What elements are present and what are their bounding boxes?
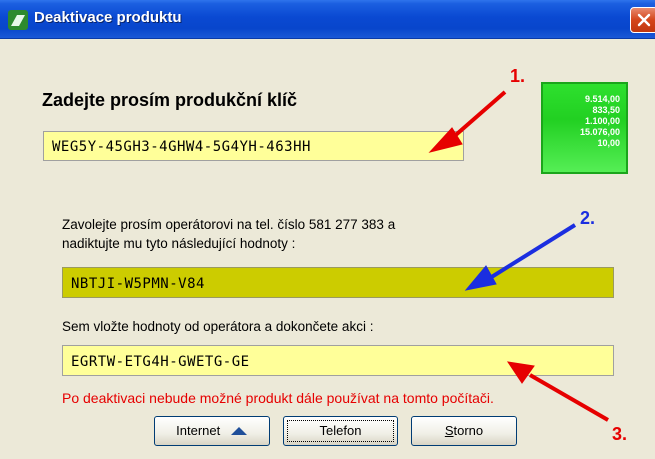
arrow-3	[506, 361, 609, 422]
annotation-number-1: 1.	[510, 66, 526, 86]
annotation-arrows	[428, 90, 609, 422]
annotation-number-3: 3.	[612, 424, 628, 444]
arrow-2	[464, 223, 577, 291]
dialog-window: Deaktivace produktu Zadejte prosím produ…	[0, 0, 655, 459]
annotation-number-2: 2.	[580, 208, 596, 228]
arrow-1	[428, 90, 507, 153]
